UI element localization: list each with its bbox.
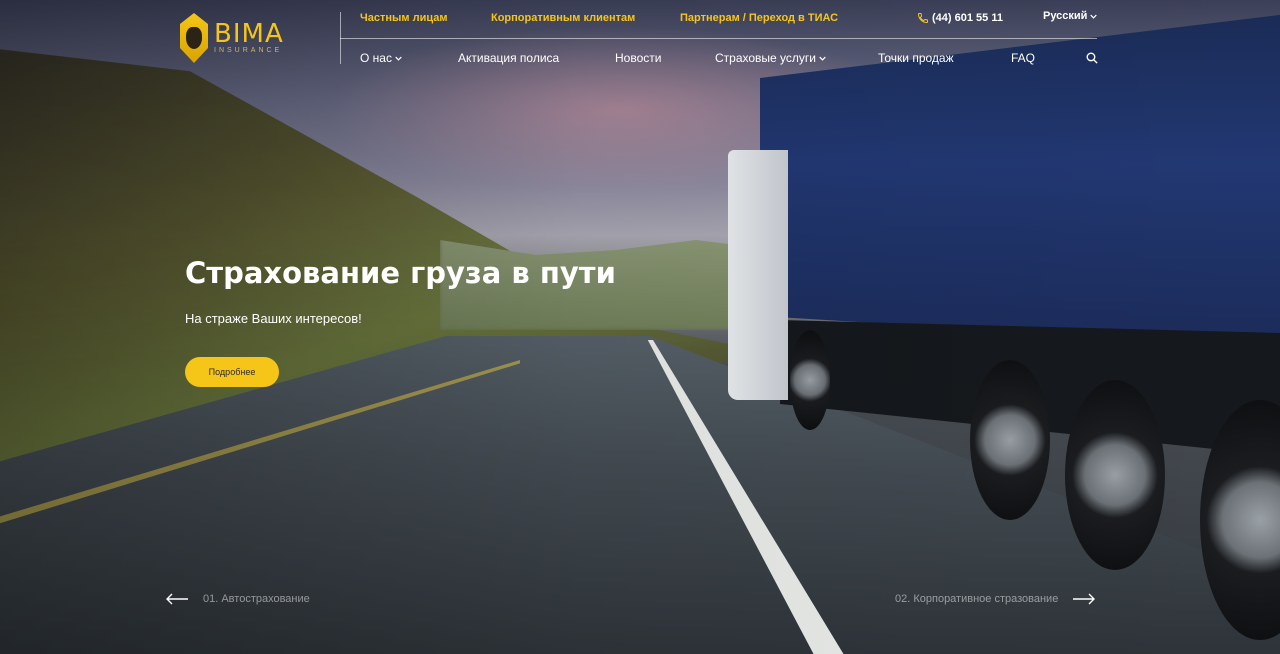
nav-item-sales-points[interactable]: Точки продаж — [878, 51, 954, 65]
language-select[interactable]: Русский — [1043, 10, 1098, 22]
slider-prev[interactable]: 01. Автострахование — [165, 593, 310, 605]
hero-subtitle: На страже Ваших интересов! — [185, 311, 362, 326]
lion-shield-icon — [180, 13, 208, 63]
top-link-individuals[interactable]: Частным лицам — [360, 12, 447, 24]
logo[interactable]: BIMA INSURANCE — [180, 12, 300, 64]
hero-background — [0, 0, 1280, 654]
header-divider-horizontal — [340, 38, 1097, 39]
phone-icon — [917, 13, 928, 24]
more-button[interactable]: Подробнее — [185, 357, 279, 387]
nav-item-faq[interactable]: FAQ — [1011, 51, 1035, 65]
nav-item-label: Страховые услуги — [715, 51, 817, 65]
slider-prev-label: 01. Автострахование — [203, 593, 310, 605]
nav-item-services[interactable]: Страховые услуги — [715, 51, 826, 65]
slider-next[interactable]: 02. Корпоративное стразование — [895, 593, 1096, 605]
top-link-corporate[interactable]: Корпоративным клиентам — [491, 12, 635, 24]
arrow-left-icon — [166, 593, 188, 605]
nav-item-activation[interactable]: Активация полиса — [458, 51, 559, 65]
nav-item-news[interactable]: Новости — [615, 51, 661, 65]
hero-overlay — [0, 0, 1280, 654]
nav-item-label: Точки продаж — [878, 51, 954, 65]
language-label: Русский — [1043, 10, 1088, 22]
arrow-right-icon — [1073, 593, 1096, 605]
logo-subtitle: INSURANCE — [214, 47, 283, 54]
chevron-down-icon — [1090, 14, 1098, 19]
nav-item-about[interactable]: О нас — [360, 51, 402, 65]
hero-title: Страхование груза в пути — [185, 256, 616, 290]
nav-item-label: Новости — [615, 51, 662, 65]
logo-text: BIMA INSURANCE — [214, 21, 284, 55]
top-link-partners[interactable]: Партнерам / Переход в ТИАС — [680, 12, 838, 24]
search-icon[interactable] — [1086, 52, 1098, 64]
nav-item-label: Активация полиса — [458, 51, 560, 65]
chevron-down-icon — [819, 56, 826, 61]
chevron-down-icon — [395, 56, 402, 61]
nav-item-label: О нас — [360, 51, 392, 65]
nav-item-label: FAQ — [1011, 51, 1036, 65]
logo-name: BIMA — [214, 19, 284, 49]
slider-next-label: 02. Корпоративное стразование — [895, 593, 1059, 605]
phone-number: (44) 601 55 11 — [932, 12, 1003, 24]
phone-link[interactable]: (44) 601 55 11 — [917, 12, 1003, 24]
